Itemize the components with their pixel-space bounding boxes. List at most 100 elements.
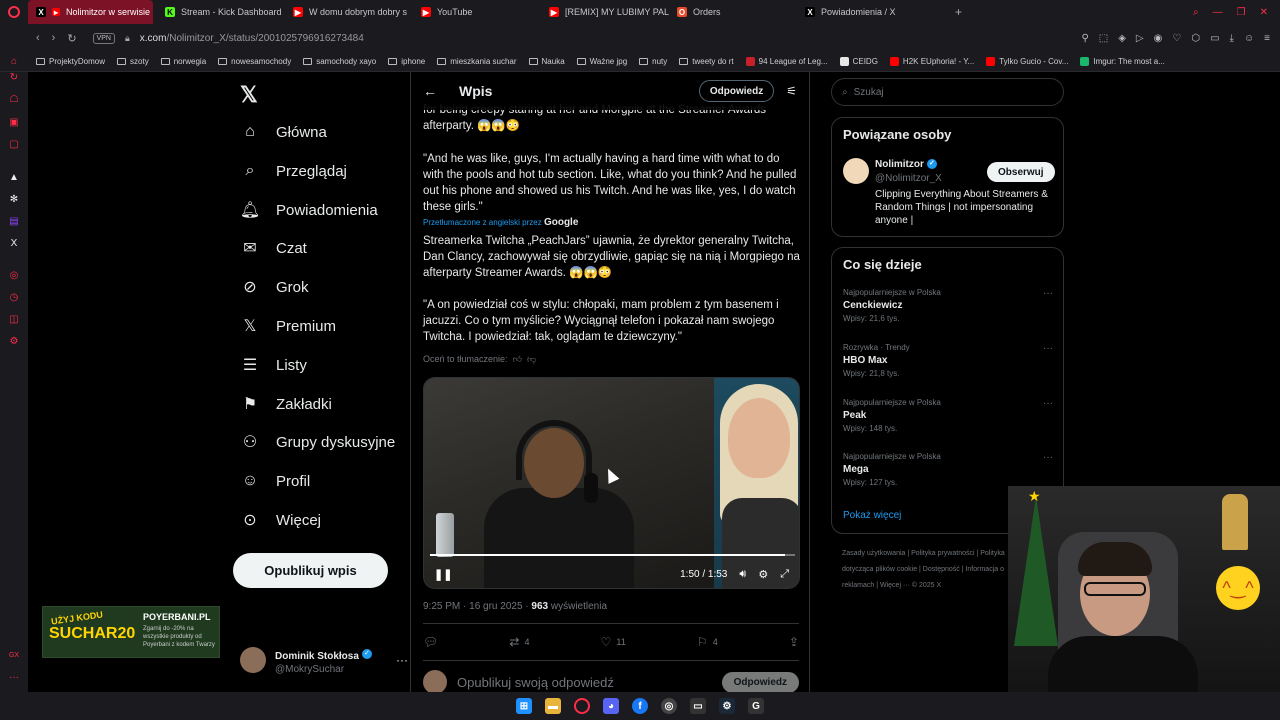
show-more-link[interactable]: Pokaż więcej — [843, 510, 901, 521]
download-icon[interactable]: ⤓ — [1230, 33, 1234, 44]
reload-icon[interactable]: ↻ — [67, 32, 76, 45]
back-icon[interactable]: ‹ — [36, 32, 40, 44]
video-progress-bar[interactable] — [430, 554, 795, 556]
sidebar-shape-icon[interactable]: ▲ — [8, 172, 20, 184]
facebook-icon[interactable]: f — [632, 698, 648, 714]
nav-item-communities[interactable]: ⚇ Grupy dyskusyjne — [240, 427, 395, 457]
post-timestamp[interactable]: 9:25 PM · 16 gru 2025 · — [423, 601, 531, 612]
publish-post-button[interactable]: Opublikuj wpis — [233, 553, 388, 588]
bookmark-nauka[interactable]: Nauka — [528, 57, 565, 66]
sidebar-gx-icon[interactable]: GX — [8, 650, 20, 662]
terminal-icon[interactable]: ▭ — [690, 698, 706, 714]
tab-orders[interactable]: O Orders — [669, 0, 797, 24]
settings-icon[interactable]: ⚙ — [758, 568, 768, 581]
footer-links[interactable]: Zasady użytkowania | Polityka prywatnośc… — [842, 546, 1022, 594]
reply-action[interactable]: 💬︎ — [423, 635, 438, 649]
bookmark-nuty[interactable]: nuty — [639, 57, 667, 66]
reply-button[interactable]: Odpowiedz — [698, 80, 775, 102]
sidebar-chat-icon[interactable]: ☖ — [8, 94, 20, 106]
related-name[interactable]: Nolimitzor ✓ — [875, 159, 937, 170]
reply-submit-button[interactable]: Odpowiedz — [721, 671, 799, 692]
nav-item-more[interactable]: ⊙ Więcej — [240, 505, 321, 535]
wallet-icon[interactable]: ▭ — [1210, 33, 1219, 44]
nav-item-chat[interactable]: ✉ Czat — [240, 233, 307, 263]
obs-icon[interactable]: ◎ — [661, 698, 677, 714]
menu-icon[interactable]: ≡ — [1264, 33, 1270, 44]
sidebar-settings-icon[interactable]: ⚙ — [8, 336, 20, 348]
sidebar-pinboard-icon[interactable]: ◫ — [8, 314, 20, 326]
send-icon[interactable]: ▷ — [1136, 33, 1144, 44]
vpn-badge[interactable]: VPN — [92, 32, 115, 44]
bookmark-szoty[interactable]: szoty — [117, 57, 149, 66]
nav-item-profile[interactable]: ☺ Profil — [240, 466, 310, 496]
pause-icon[interactable]: ❚❚ — [434, 568, 452, 581]
forward-icon[interactable]: › — [52, 32, 56, 44]
tab-kick-dashboard[interactable]: K Stream - Kick Dashboard — [157, 0, 285, 24]
bookmark-imgur[interactable]: Imgur: The most a... — [1080, 57, 1165, 66]
back-arrow-icon[interactable]: ← — [423, 83, 437, 99]
shield-icon[interactable]: ◈ — [1118, 33, 1126, 44]
tab-nolimitzor[interactable]: X ▸ Nolimitzor w serwisie — [28, 0, 153, 24]
windows-start-icon[interactable]: ⊞ — [516, 698, 532, 714]
follow-button[interactable]: Obserwuj — [987, 162, 1055, 182]
bookmark-action[interactable]: ⚐ 4 — [697, 635, 718, 649]
repost-action[interactable]: ⇄ 4 — [509, 635, 529, 649]
sidebar-refresh-icon[interactable]: ↻ — [8, 72, 20, 84]
volume-icon[interactable]: 🔊︎ — [739, 568, 746, 581]
sidebar-x-icon[interactable]: X — [8, 238, 20, 250]
trend-item[interactable]: Najpopularniejsze w Polska Mega Wpisy: 1… — [843, 452, 1053, 487]
more-dots-icon[interactable]: ··· — [1043, 398, 1053, 409]
discord-icon[interactable]: ◕ — [603, 698, 619, 714]
sidebar-history-icon[interactable]: ◷ — [8, 292, 20, 304]
bookmark-tylko-gucio[interactable]: Tylko Gucio - Cov... — [986, 57, 1068, 66]
snapshot-icon[interactable]: ⬚ — [1099, 33, 1108, 44]
maximize-icon[interactable]: ❐ — [1237, 7, 1246, 18]
bookmark-ceidg[interactable]: CEIDG — [839, 57, 878, 66]
fullscreen-icon[interactable]: ⤢ — [780, 568, 789, 581]
nav-item-notifications[interactable]: 🔔︎ Powiadomienia — [240, 195, 378, 225]
reply-input[interactable]: Opublikuj swoją odpowiedź — [457, 675, 614, 690]
thumbs-up-icon[interactable]: 👍︎ — [510, 354, 522, 364]
opera-logo-icon[interactable] — [0, 0, 28, 24]
sidebar-home-icon[interactable]: ⌂ — [8, 56, 20, 68]
sidebar-openai-icon[interactable]: ✻ — [8, 194, 20, 206]
x-logo-icon[interactable]: 𝕏 — [240, 82, 258, 108]
minimize-icon[interactable]: — — [1213, 7, 1223, 18]
nav-item-explore[interactable]: ⌕ Przeglądaj — [240, 156, 347, 186]
trend-item[interactable]: Rozrywka · Trendy HBO Max Wpisy: 21,8 ty… — [843, 343, 1053, 378]
nav-item-bookmarks[interactable]: ⚑ Zakładki — [240, 389, 332, 419]
thumbs-down-icon[interactable]: 👎︎ — [524, 354, 536, 364]
bookmark-samochody-xayo[interactable]: samochody xayo — [303, 57, 376, 66]
steam-icon[interactable]: ⚙ — [719, 698, 735, 714]
bookmark-wazne-jpg[interactable]: Ważne jpg — [576, 57, 627, 66]
trend-item[interactable]: Najpopularniejsze w Polska Cenckiewicz W… — [843, 288, 1053, 323]
tab-youtube[interactable]: ▶ YouTube — [413, 0, 541, 24]
bookmark-nowesamochody[interactable]: nowesamochody — [218, 57, 291, 66]
avatar[interactable] — [843, 158, 869, 184]
pin-icon[interactable]: ⚲ — [1081, 33, 1088, 44]
share-action[interactable]: ⇪ — [789, 635, 799, 649]
like-action[interactable]: ♡ 11 — [601, 635, 626, 649]
bookmark-mieszkania-suchar[interactable]: mieszkania suchar — [437, 57, 517, 66]
bookmark-league[interactable]: 94 League of Leg... — [745, 57, 828, 66]
extensions-icon[interactable]: ⬡ — [1191, 33, 1200, 44]
opera-gx-icon[interactable] — [574, 698, 590, 714]
more-dots-icon[interactable]: ··· — [1043, 288, 1053, 299]
bookmark-norwegia[interactable]: norwegia — [160, 57, 206, 66]
more-dots-icon[interactable]: ··· — [1043, 343, 1053, 354]
tab-w-domu[interactable]: ▶ W domu dobrym dobry s — [285, 0, 413, 24]
nav-item-grok[interactable]: ⊘ Grok — [240, 272, 308, 302]
video-player[interactable]: ❚❚ 1:50 / 1:53 🔊︎ ⚙ ⤢ — [423, 377, 800, 589]
bookmark-h2k[interactable]: H2K EUphoria! - Y... — [889, 57, 974, 66]
sidebar-instagram-icon[interactable]: ▢ — [8, 139, 20, 151]
tab-remix[interactable]: ▶ [REMIX] MY LUBIMY PAL — [541, 0, 669, 24]
filter-icon[interactable]: ⚟ — [786, 84, 797, 98]
nav-item-premium[interactable]: 𝕏 Premium — [240, 311, 336, 341]
trend-item[interactable]: Najpopularniejsze w Polska Peak Wpisy: 1… — [843, 398, 1053, 433]
sidebar-messenger-icon[interactable]: ▣ — [8, 117, 20, 129]
tab-powiadomienia[interactable]: X Powiadomienia / X — [797, 0, 925, 24]
search-input[interactable]: ⌕ Szukaj — [831, 78, 1064, 106]
bookmark-tweety-do-rt[interactable]: tweety do rt — [679, 57, 734, 66]
lock-icon[interactable]: 🔒︎ — [125, 33, 130, 44]
profile-icon[interactable]: ☺ — [1244, 33, 1254, 44]
